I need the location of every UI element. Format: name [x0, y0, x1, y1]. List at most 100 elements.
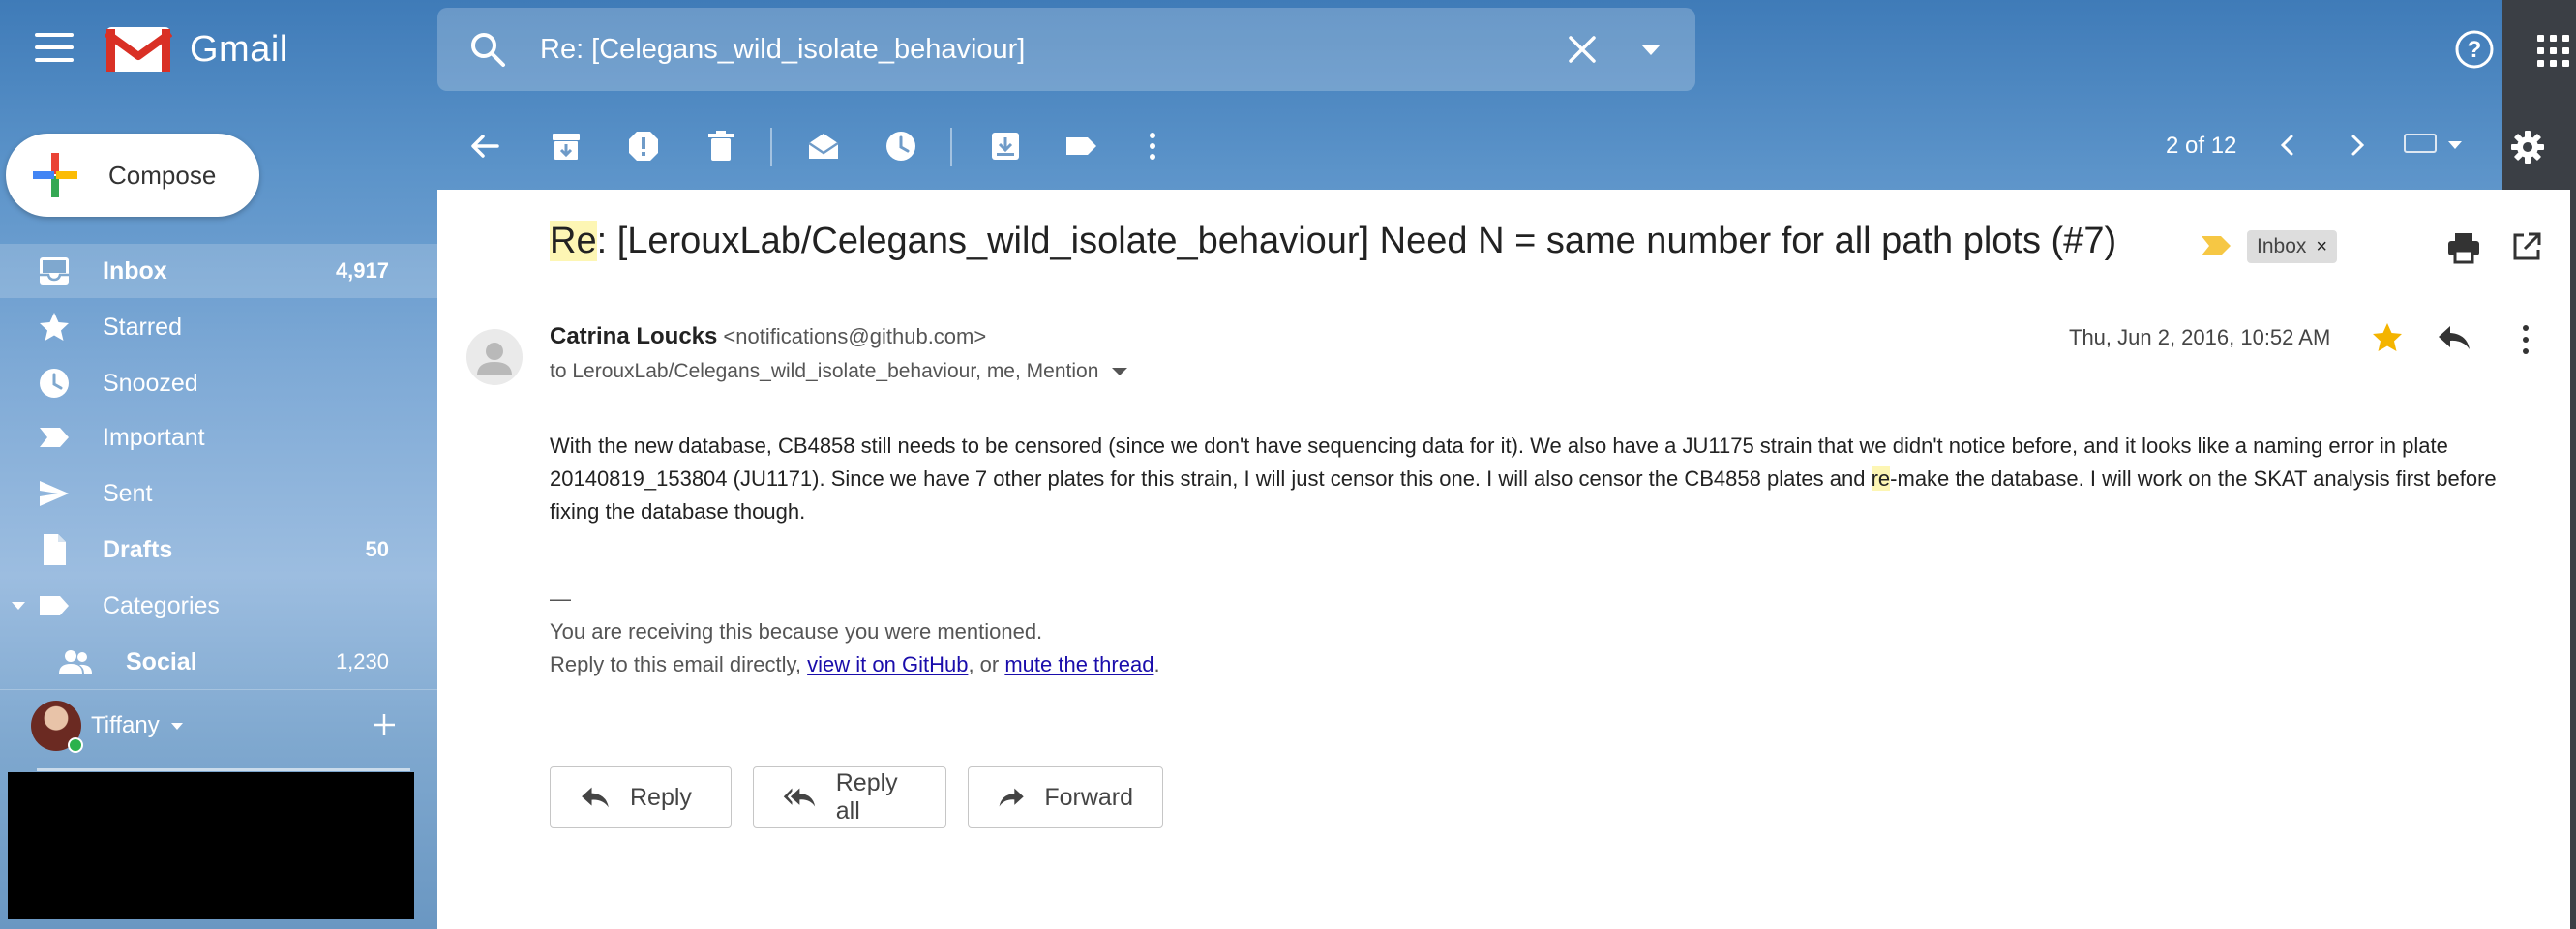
email-body: With the new database, CB4858 still need…: [550, 430, 2524, 528]
gmail-envelope-icon: [105, 27, 172, 72]
subject-text: : [LerouxLab/Celegans_wild_isolate_behav…: [596, 221, 2117, 261]
signature-dash: —: [550, 586, 571, 611]
hangouts-user[interactable]: Tiffany: [31, 701, 183, 753]
signature-links: Reply to this email directly, view it on…: [550, 652, 1160, 676]
more-options-icon[interactable]: [1136, 130, 1169, 163]
inbox-label-badge: Inbox ×: [2247, 230, 2338, 263]
sidebar-item-label: Important: [103, 423, 205, 451]
sidebar-item-starred[interactable]: Starred: [0, 300, 437, 354]
sidebar-item-label: Sent: [103, 479, 153, 507]
mark-unread-icon[interactable]: [807, 130, 840, 163]
forward-label: Forward: [1044, 783, 1133, 811]
sidebar-item-label: Drafts: [103, 535, 173, 563]
print-icon[interactable]: [2446, 230, 2481, 265]
google-apps-icon[interactable]: [2537, 35, 2569, 67]
user-name: Tiffany: [91, 712, 160, 738]
collapse-caret-icon[interactable]: [12, 602, 25, 610]
email-signature: — You are receiving this because you wer…: [550, 583, 1160, 681]
compose-button[interactable]: Compose: [6, 134, 259, 217]
online-status-dot: [68, 737, 83, 753]
report-spam-icon[interactable]: [627, 130, 660, 163]
input-tools-keyboard-icon[interactable]: [2404, 134, 2437, 153]
avatar[interactable]: [31, 701, 83, 753]
redacted-region: [8, 772, 414, 919]
gmail-wordmark: Gmail: [190, 28, 288, 70]
svg-text:?: ?: [2468, 37, 2482, 63]
search-icon[interactable]: [468, 30, 507, 69]
toolbar-divider: [770, 128, 772, 166]
delete-trash-icon[interactable]: [704, 130, 737, 163]
sender-line: Catrina Loucks <notifications@github.com>: [550, 323, 986, 350]
gmail-logo[interactable]: Gmail: [105, 23, 288, 75]
compose-plus-icon: [33, 153, 77, 197]
help-icon[interactable]: ?: [2454, 29, 2495, 70]
reply-icon: [582, 787, 609, 808]
reply-arrow-icon[interactable]: [2437, 323, 2471, 352]
input-tools-dropdown-icon[interactable]: [2448, 141, 2462, 149]
more-vertical-icon[interactable]: [2514, 323, 2537, 356]
sidebar-item-label: Snoozed: [103, 369, 198, 397]
important-icon: [40, 428, 69, 447]
inbox-icon: [40, 257, 69, 285]
sidebar-item-inbox[interactable]: Inbox 4,917: [0, 244, 437, 298]
sidebar-item-count: 1,230: [335, 649, 389, 674]
send-icon: [40, 481, 69, 506]
sidebar-item-label: Inbox: [103, 256, 167, 285]
email-subject: Re: [LerouxLab/Celegans_wild_isolate_beh…: [550, 221, 2116, 262]
search-bar[interactable]: Re: [Celegans_wild_isolate_behaviour]: [437, 8, 1695, 91]
reply-all-button[interactable]: Reply all: [753, 766, 946, 828]
pagination-count: 2 of 12: [2166, 133, 2237, 159]
signature-reason: You are receiving this because you were …: [550, 619, 1043, 644]
sidebar-item-drafts[interactable]: Drafts 50: [0, 523, 437, 577]
sidebar-item-label: Starred: [103, 313, 182, 341]
search-options-dropdown-icon[interactable]: [1641, 44, 1661, 55]
star-icon: [40, 313, 69, 341]
label-tag-icon[interactable]: [1064, 130, 1097, 163]
new-conversation-plus-icon[interactable]: [372, 712, 397, 737]
mute-thread-link[interactable]: mute the thread: [1004, 652, 1153, 676]
move-to-icon[interactable]: [989, 130, 1022, 163]
recipients-line: to LerouxLab/Celegans_wild_isolate_behav…: [550, 360, 1128, 383]
forward-icon: [999, 788, 1024, 807]
scroll-indicator[interactable]: [37, 768, 410, 771]
remove-label-button[interactable]: ×: [2316, 236, 2327, 258]
compose-label: Compose: [108, 160, 217, 190]
recipients-text: to LerouxLab/Celegans_wild_isolate_behav…: [550, 360, 1099, 382]
main-menu-icon[interactable]: [35, 33, 74, 66]
sender-email: <notifications@github.com>: [723, 324, 987, 348]
user-menu-caret-icon[interactable]: [170, 722, 183, 730]
sender-avatar[interactable]: [466, 329, 523, 385]
sidebar-item-label: Categories: [103, 591, 220, 619]
reply-button[interactable]: Reply: [550, 766, 732, 828]
reply-label: Reply: [630, 783, 692, 811]
sidebar-item-snoozed[interactable]: Snoozed: [0, 356, 437, 410]
settings-gear-icon[interactable]: [2510, 130, 2545, 165]
sidebar-item-important[interactable]: Important: [0, 410, 437, 464]
view-on-github-link[interactable]: view it on GitHub: [807, 652, 968, 676]
clear-search-icon[interactable]: [1566, 33, 1599, 66]
sidebar-item-sent[interactable]: Sent: [0, 466, 437, 521]
newer-chevron-left-icon[interactable]: [2276, 134, 2299, 157]
important-marker-icon[interactable]: [2201, 234, 2232, 257]
archive-icon[interactable]: [550, 130, 583, 163]
forward-button[interactable]: Forward: [968, 766, 1163, 828]
back-arrow-icon[interactable]: [468, 130, 501, 163]
open-in-new-window-icon[interactable]: [2510, 230, 2543, 263]
toolbar-divider: [950, 128, 952, 166]
people-icon: [59, 650, 92, 674]
star-icon[interactable]: [2371, 321, 2404, 354]
reply-all-icon: [783, 788, 816, 807]
sender-name[interactable]: Catrina Loucks: [550, 323, 717, 349]
body-paragraph: With the new database, CB4858 still need…: [550, 434, 2448, 458]
snooze-clock-icon[interactable]: [884, 130, 917, 163]
older-chevron-right-icon[interactable]: [2346, 134, 2369, 157]
email-date: Thu, Jun 2, 2016, 10:52 AM: [2069, 325, 2331, 349]
sidebar-item-categories[interactable]: Categories: [0, 579, 437, 633]
label-icon: [40, 596, 69, 615]
subject-highlight: Re: [550, 221, 597, 261]
sidebar-item-social[interactable]: Social 1,230: [0, 635, 437, 689]
draft-icon: [44, 534, 66, 565]
body-paragraph: 20140819_153804 (JU1171). Since we have …: [550, 466, 2497, 524]
search-input[interactable]: Re: [Celegans_wild_isolate_behaviour]: [540, 34, 1566, 66]
show-details-caret-icon[interactable]: [1112, 368, 1128, 375]
